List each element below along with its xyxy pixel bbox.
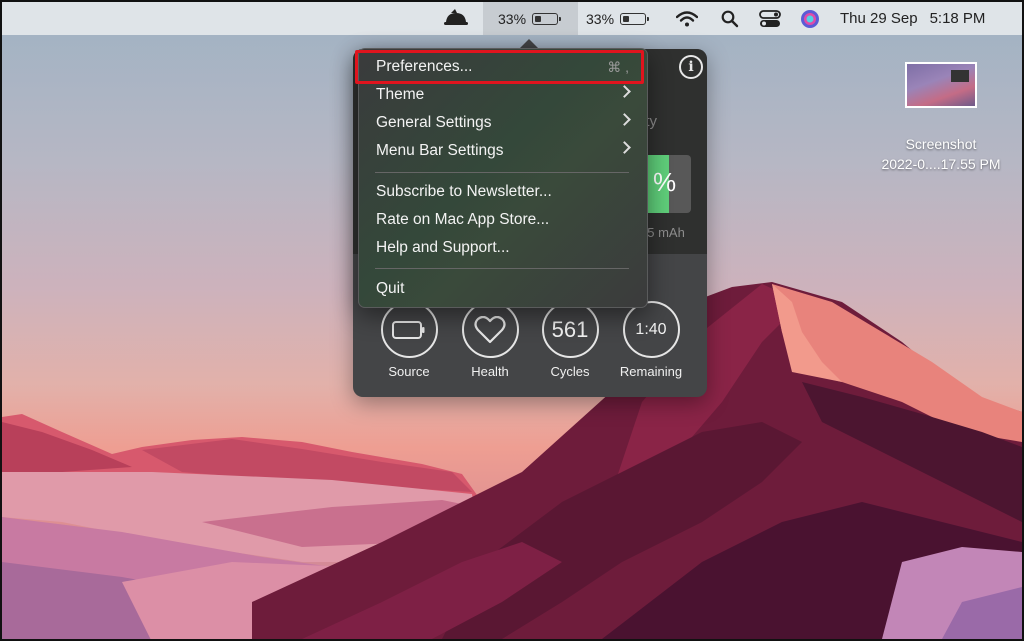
- menu-item-label: Help and Support...: [376, 239, 510, 256]
- menubar-date: Thu 29 Sep: [840, 10, 918, 27]
- menu-item-subscribe-newsletter[interactable]: Subscribe to Newsletter...: [359, 180, 647, 204]
- stat-label: Source: [388, 364, 430, 379]
- stat-health[interactable]: Health: [450, 301, 530, 379]
- menu-separator: [375, 172, 629, 173]
- file-name-line2: 2022-0....17.55 PM: [881, 156, 1001, 172]
- menu-item-label: Subscribe to Newsletter...: [376, 183, 552, 200]
- menu-item-label: Menu Bar Settings: [376, 142, 504, 159]
- battery-app-status[interactable]: 33%: [498, 2, 562, 35]
- stat-cycles[interactable]: 561 Cycles: [530, 301, 610, 379]
- highlight-box: [355, 50, 644, 84]
- app-dropdown-menu: Preferences... ⌘ , Theme General Setting…: [358, 48, 648, 308]
- menu-item-label: Quit: [376, 280, 405, 297]
- menu-bar: 33% 33% Thu 29 Sep 5:18 PM: [2, 2, 1022, 35]
- heart-icon: [461, 301, 519, 358]
- stat-source[interactable]: Source: [369, 301, 449, 379]
- clock[interactable]: Thu 29 Sep 5:18 PM: [840, 2, 985, 35]
- app-helmet-icon[interactable]: [443, 2, 469, 35]
- chevron-right-icon: [618, 113, 631, 126]
- system-battery-status[interactable]: 33%: [586, 2, 650, 35]
- stat-label: Cycles: [550, 364, 590, 379]
- battery-outline-icon: [380, 301, 438, 358]
- thumbnail-detail: [951, 70, 969, 82]
- menu-item-help-support[interactable]: Help and Support...: [359, 236, 647, 260]
- menu-separator: [375, 268, 629, 269]
- menu-item-rate-app-store[interactable]: Rate on Mac App Store...: [359, 208, 647, 232]
- system-battery-icon: [620, 12, 650, 25]
- wifi-icon[interactable]: [676, 2, 698, 35]
- battery-app-icon: [532, 12, 562, 25]
- screenshot-file-thumbnail[interactable]: [905, 62, 977, 108]
- siri-icon[interactable]: [800, 2, 820, 35]
- desktop: 33% 33% Thu 29 Sep 5:18 PM i ity % 55 mA…: [0, 0, 1024, 641]
- chevron-right-icon: [618, 85, 631, 98]
- chevron-right-icon: [618, 141, 631, 154]
- capacity-percent: %: [653, 167, 677, 197]
- menu-item-label: Rate on Mac App Store...: [376, 211, 550, 228]
- stat-remaining[interactable]: 1:40 Remaining: [611, 301, 691, 379]
- cycles-value: 561: [541, 301, 599, 358]
- menu-item-label: Theme: [376, 86, 425, 103]
- menu-item-menu-bar-settings[interactable]: Menu Bar Settings: [359, 139, 647, 163]
- menubar-time: 5:18 PM: [929, 10, 986, 27]
- info-icon[interactable]: i: [679, 55, 703, 79]
- stat-label: Remaining: [619, 364, 683, 379]
- remaining-value: 1:40: [622, 301, 680, 358]
- menu-item-general-settings[interactable]: General Settings: [359, 111, 647, 135]
- menu-item-label: General Settings: [376, 114, 492, 131]
- system-battery-percent: 33%: [586, 10, 615, 27]
- menu-item-quit[interactable]: Quit: [359, 277, 647, 301]
- battery-app-percent: 33%: [498, 10, 527, 27]
- spotlight-search-icon[interactable]: [721, 2, 739, 35]
- file-name-line1: Screenshot: [905, 136, 977, 152]
- control-center-icon[interactable]: [759, 2, 781, 35]
- stat-label: Health: [471, 364, 509, 379]
- menu-item-theme[interactable]: Theme: [359, 83, 647, 107]
